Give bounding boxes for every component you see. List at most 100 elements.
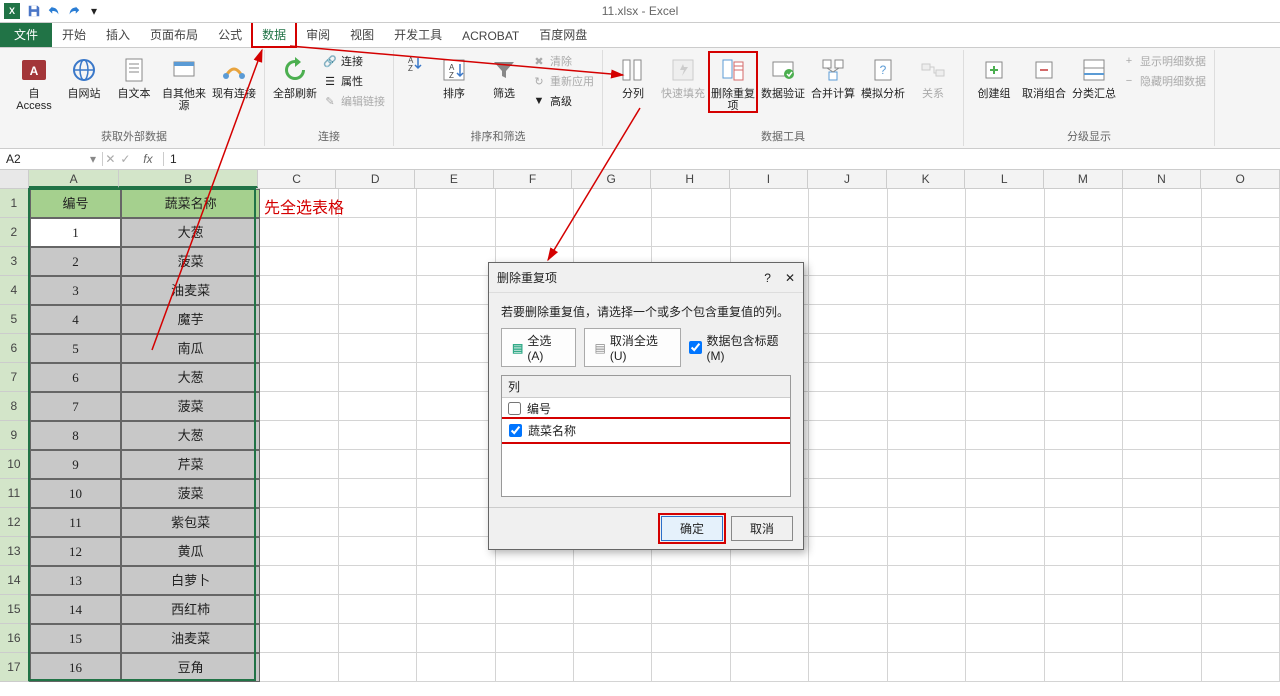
tab-acrobat[interactable]: ACROBAT (452, 25, 529, 47)
empty-cell[interactable] (1123, 595, 1201, 624)
table-cell[interactable]: 大葱 (121, 421, 260, 450)
empty-cell[interactable] (888, 479, 966, 508)
empty-cell[interactable] (1202, 566, 1280, 595)
empty-cell[interactable] (809, 653, 887, 682)
empty-cell[interactable] (260, 334, 338, 363)
empty-cell[interactable] (496, 653, 574, 682)
empty-cell[interactable] (809, 247, 887, 276)
empty-cell[interactable] (339, 276, 417, 305)
empty-cell[interactable] (888, 595, 966, 624)
table-cell[interactable]: 10 (30, 479, 121, 508)
table-cell[interactable]: 大葱 (121, 363, 260, 392)
empty-cell[interactable] (1045, 363, 1123, 392)
relationships-button[interactable]: 关系 (909, 52, 957, 100)
empty-cell[interactable] (260, 421, 338, 450)
empty-cell[interactable] (1123, 189, 1201, 218)
empty-cell[interactable] (1123, 653, 1201, 682)
sort-asc-button[interactable]: AZ (400, 52, 428, 74)
table-header[interactable]: 编号 (30, 189, 121, 218)
empty-cell[interactable] (809, 218, 887, 247)
empty-cell[interactable] (417, 392, 495, 421)
row-header[interactable]: 4 (0, 276, 30, 305)
empty-cell[interactable] (1045, 218, 1123, 247)
column-item-id[interactable]: 编号 (502, 398, 790, 419)
empty-cell[interactable] (417, 653, 495, 682)
row-header[interactable]: 9 (0, 421, 30, 450)
from-access-button[interactable]: A自 Access (10, 52, 58, 112)
empty-cell[interactable] (417, 479, 495, 508)
tab-dev[interactable]: 开发工具 (384, 22, 452, 47)
empty-cell[interactable] (1202, 218, 1280, 247)
whatif-button[interactable]: ?模拟分析 (859, 52, 907, 100)
table-cell[interactable]: 4 (30, 305, 121, 334)
empty-cell[interactable] (260, 566, 338, 595)
row-header[interactable]: 3 (0, 247, 30, 276)
empty-cell[interactable] (966, 450, 1044, 479)
empty-cell[interactable] (1045, 305, 1123, 334)
empty-cell[interactable] (888, 218, 966, 247)
empty-cell[interactable] (888, 247, 966, 276)
empty-cell[interactable] (809, 421, 887, 450)
row-header[interactable]: 1 (0, 189, 30, 218)
empty-cell[interactable] (339, 537, 417, 566)
empty-cell[interactable] (260, 305, 338, 334)
empty-cell[interactable] (966, 334, 1044, 363)
empty-cell[interactable] (1123, 508, 1201, 537)
empty-cell[interactable] (339, 421, 417, 450)
empty-cell[interactable] (966, 624, 1044, 653)
refresh-all-button[interactable]: 全部刷新 (271, 52, 319, 100)
empty-cell[interactable] (260, 624, 338, 653)
table-cell[interactable]: 16 (30, 653, 121, 682)
empty-cell[interactable] (966, 363, 1044, 392)
cancel-formula-icon[interactable]: ✕ (105, 152, 115, 166)
redo-icon[interactable] (65, 2, 83, 20)
empty-cell[interactable] (731, 624, 809, 653)
row-header[interactable]: 2 (0, 218, 30, 247)
empty-cell[interactable] (652, 566, 730, 595)
tab-review[interactable]: 审阅 (296, 22, 340, 47)
table-cell[interactable]: 13 (30, 566, 121, 595)
unselect-all-button[interactable]: ▤取消全选(U) (584, 328, 682, 367)
dialog-help-icon[interactable]: ? (764, 271, 771, 285)
empty-cell[interactable] (809, 508, 887, 537)
dialog-close-icon[interactable]: ✕ (785, 271, 795, 285)
empty-cell[interactable] (1045, 508, 1123, 537)
empty-cell[interactable] (574, 189, 652, 218)
undo-icon[interactable] (45, 2, 63, 20)
hide-detail-button[interactable]: −隐藏明细数据 (1120, 72, 1208, 90)
save-icon[interactable] (25, 2, 43, 20)
empty-cell[interactable] (417, 537, 495, 566)
empty-cell[interactable] (1123, 276, 1201, 305)
qat-customize-icon[interactable]: ▾ (85, 2, 103, 20)
empty-cell[interactable] (260, 450, 338, 479)
empty-cell[interactable] (260, 392, 338, 421)
empty-cell[interactable] (731, 653, 809, 682)
empty-cell[interactable] (1045, 624, 1123, 653)
empty-cell[interactable] (731, 595, 809, 624)
col-header-F[interactable]: F (494, 170, 573, 188)
sort-button[interactable]: AZ排序 (430, 52, 478, 100)
table-cell[interactable]: 菠菜 (121, 479, 260, 508)
table-cell[interactable]: 6 (30, 363, 121, 392)
empty-cell[interactable] (1045, 566, 1123, 595)
empty-cell[interactable] (966, 508, 1044, 537)
subtotal-button[interactable]: 分类汇总 (1070, 52, 1118, 100)
empty-cell[interactable] (966, 392, 1044, 421)
from-web-button[interactable]: 自网站 (60, 52, 108, 100)
existing-conn-button[interactable]: 现有连接 (210, 52, 258, 100)
empty-cell[interactable] (652, 189, 730, 218)
row-header[interactable]: 7 (0, 363, 30, 392)
empty-cell[interactable] (1123, 450, 1201, 479)
text-to-columns-button[interactable]: 分列 (609, 52, 657, 100)
column-item-name[interactable]: 蔬菜名称 (503, 420, 789, 441)
empty-cell[interactable] (809, 450, 887, 479)
row-header[interactable]: 17 (0, 653, 30, 682)
empty-cell[interactable] (1202, 276, 1280, 305)
empty-cell[interactable] (888, 305, 966, 334)
empty-cell[interactable] (731, 189, 809, 218)
empty-cell[interactable] (417, 508, 495, 537)
row-header[interactable]: 11 (0, 479, 30, 508)
ungroup-button[interactable]: 取消组合 (1020, 52, 1068, 100)
empty-cell[interactable] (339, 189, 417, 218)
empty-cell[interactable] (496, 595, 574, 624)
